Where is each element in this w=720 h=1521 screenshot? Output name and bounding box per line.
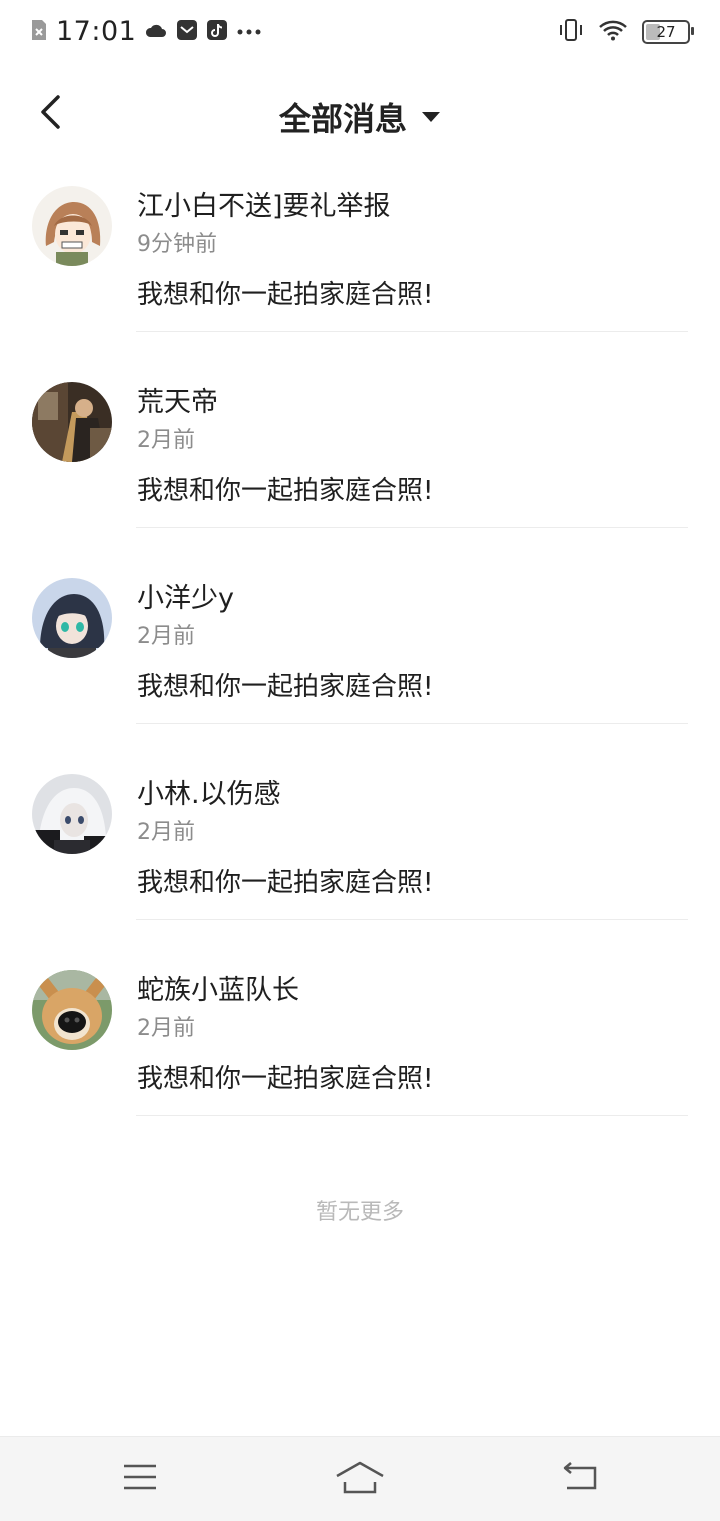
battery-level: 27	[656, 23, 676, 41]
sender-name: 江小白不送]要礼举报	[137, 191, 391, 222]
tiktok-icon	[206, 19, 228, 45]
divider	[136, 527, 688, 528]
anime-girl-avatar[interactable]	[32, 186, 112, 266]
anime-white-hair-avatar[interactable]	[32, 774, 112, 854]
message-text: 我想和你一起拍家庭合照!	[137, 672, 434, 702]
menu-icon	[123, 1463, 157, 1495]
home-icon	[335, 1460, 385, 1498]
divider	[136, 723, 688, 724]
message-item[interactable]: 小林.以伤感 2月前 我想和你一起拍家庭合照!	[0, 756, 720, 952]
sender-name: 蛇族小蓝队长	[137, 975, 299, 1006]
message-item[interactable]: 江小白不送]要礼举报 9分钟前 我想和你一起拍家庭合照!	[0, 168, 720, 364]
message-time: 2月前	[137, 820, 195, 845]
message-time: 2月前	[137, 624, 195, 649]
header: 全部消息	[0, 76, 720, 152]
photo-avatar[interactable]	[32, 382, 112, 462]
anime-boy-avatar[interactable]	[32, 578, 112, 658]
status-time: 17:01	[56, 16, 137, 47]
sender-name: 小洋少y	[137, 583, 234, 614]
status-left: 17:01	[30, 16, 262, 47]
divider	[136, 331, 688, 332]
system-back-button[interactable]	[550, 1453, 610, 1505]
home-button[interactable]	[330, 1453, 390, 1505]
message-time: 9分钟前	[137, 232, 217, 257]
dropdown-triangle-icon	[421, 108, 441, 127]
sender-name: 小林.以伤感	[137, 779, 281, 810]
message-text: 我想和你一起拍家庭合照!	[137, 476, 434, 506]
message-item[interactable]: 荒天帝 2月前 我想和你一起拍家庭合照!	[0, 364, 720, 560]
no-more-text: 暂无更多	[315, 1200, 404, 1225]
divider	[136, 1115, 688, 1116]
message-list: 江小白不送]要礼举报 9分钟前 我想和你一起拍家庭合照! 荒天帝 2月前 我想和…	[0, 168, 720, 1148]
back-icon	[561, 1462, 599, 1496]
navigation-bar	[0, 1436, 720, 1521]
wifi-icon	[598, 19, 628, 45]
status-bar: 17:01 27	[0, 0, 720, 64]
page-title: 全部消息	[278, 100, 407, 138]
sim-off-icon	[30, 18, 48, 46]
battery-icon: 27	[642, 20, 694, 44]
message-text: 我想和你一起拍家庭合照!	[137, 1064, 434, 1094]
cloud-icon	[144, 20, 168, 44]
menu-button[interactable]	[110, 1453, 170, 1505]
message-time: 2月前	[137, 428, 195, 453]
divider	[136, 919, 688, 920]
more-dots-icon	[236, 22, 262, 41]
vibrate-icon	[558, 18, 584, 46]
mail-icon	[176, 19, 198, 45]
title-dropdown[interactable]: 全部消息	[0, 94, 720, 140]
message-text: 我想和你一起拍家庭合照!	[137, 280, 434, 310]
status-right: 27	[558, 18, 694, 46]
sender-name: 荒天帝	[137, 387, 218, 418]
message-item[interactable]: 蛇族小蓝队长 2月前 我想和你一起拍家庭合照!	[0, 952, 720, 1148]
message-item[interactable]: 小洋少y 2月前 我想和你一起拍家庭合照!	[0, 560, 720, 756]
message-time: 2月前	[137, 1016, 195, 1041]
dog-avatar[interactable]	[32, 970, 112, 1050]
message-text: 我想和你一起拍家庭合照!	[137, 868, 434, 898]
